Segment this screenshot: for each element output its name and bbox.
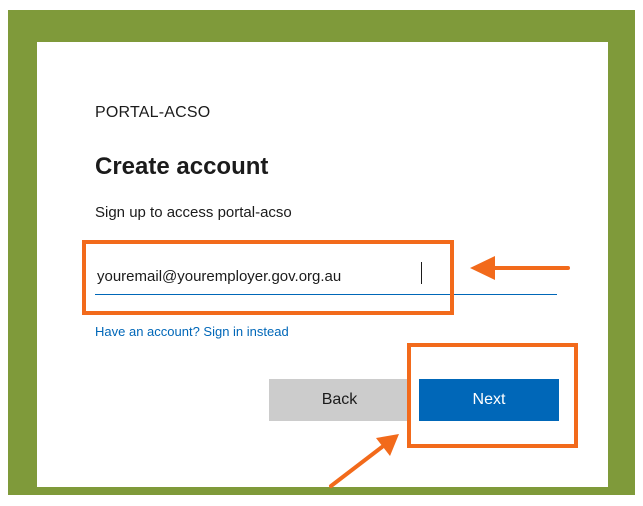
org-name: PORTAL-ACSO bbox=[95, 104, 211, 121]
screenshot-stage: PORTAL-ACSO Create account Sign up to ac… bbox=[0, 0, 643, 506]
back-button[interactable]: Back bbox=[269, 379, 410, 421]
sign-in-instead-link[interactable]: Have an account? Sign in instead bbox=[95, 324, 289, 339]
next-highlight-box bbox=[407, 343, 578, 448]
page-title: Create account bbox=[95, 153, 269, 180]
page-subtitle: Sign up to access portal-acso bbox=[95, 204, 292, 221]
email-highlight-box bbox=[82, 240, 454, 315]
